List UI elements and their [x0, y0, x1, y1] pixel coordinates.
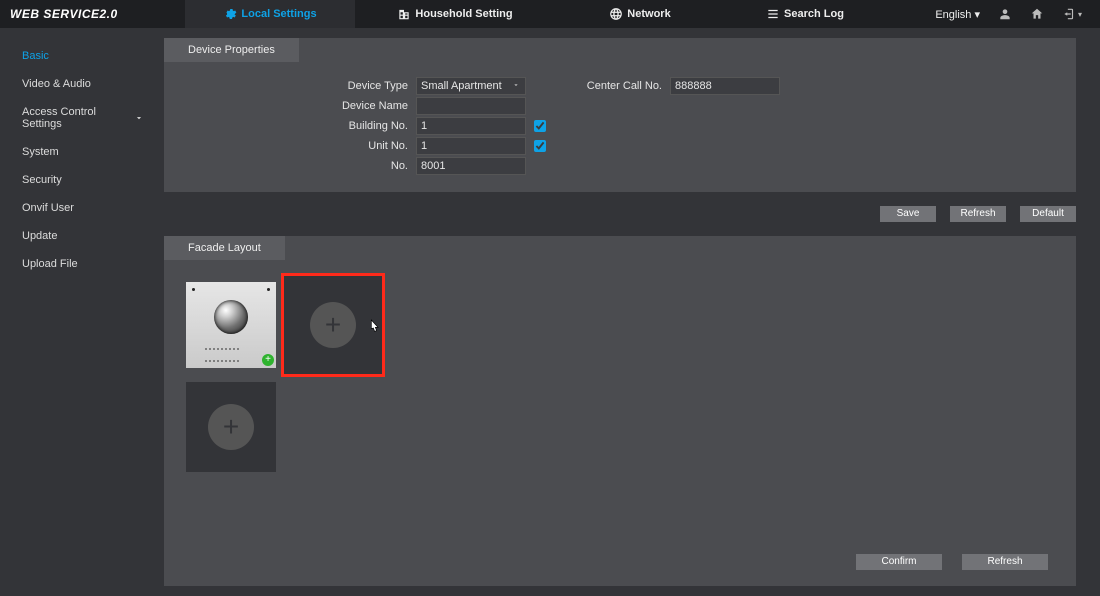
facade-empty-slot: [390, 280, 480, 370]
row-center-call: Center Call No.: [554, 76, 1054, 96]
device-type-select[interactable]: [416, 77, 526, 95]
sidebar-item-update[interactable]: Update: [0, 222, 164, 250]
properties-buttons: Save Refresh Default: [164, 192, 1076, 222]
label-device-type: Device Type: [186, 80, 416, 92]
tab-household-setting[interactable]: Household Setting: [355, 0, 555, 28]
device-properties-body: Device Type Device Name Building No.: [164, 62, 1076, 192]
facade-tab: Facade Layout: [164, 236, 285, 260]
properties-right-col: Center Call No.: [546, 76, 1054, 176]
label-no: No.: [186, 160, 416, 172]
camera-lens-icon: [214, 300, 248, 334]
speaker-grill-icon: [204, 342, 258, 360]
camera-module-image: +: [186, 282, 276, 368]
tab-search-log[interactable]: Search Log: [725, 0, 885, 28]
sidebar-item-label: System: [22, 146, 59, 158]
sidebar-item-label: Basic: [22, 50, 49, 62]
content: Device Properties Device Type Device Nam…: [164, 28, 1100, 596]
row-unit-no: Unit No.: [186, 136, 546, 156]
default-button[interactable]: Default: [1020, 206, 1076, 222]
top-bar: WEB SERVICE2.0 Local Settings Household …: [0, 0, 1100, 28]
tab-local-settings[interactable]: Local Settings: [185, 0, 355, 28]
device-name-input[interactable]: [416, 97, 526, 115]
chevron-down-icon: [134, 113, 144, 123]
unit-no-checkbox[interactable]: [534, 140, 546, 152]
label-building-no: Building No.: [186, 120, 416, 132]
refresh-button[interactable]: Refresh: [950, 206, 1006, 222]
building-no-input[interactable]: [416, 117, 526, 135]
facade-add-tile[interactable]: +: [186, 382, 276, 472]
tab-label: Network: [627, 8, 670, 20]
sidebar-item-label: Onvif User: [22, 202, 74, 214]
facade-grid: + + +: [186, 280, 486, 472]
sidebar-item-label: Upload File: [22, 258, 78, 270]
row-device-type: Device Type: [186, 76, 546, 96]
cursor-icon: [366, 318, 382, 338]
tab-label: Local Settings: [241, 8, 316, 20]
facade-camera-tile[interactable]: +: [186, 280, 276, 370]
language-select[interactable]: English ▾: [935, 8, 980, 21]
user-icon[interactable]: [998, 7, 1012, 21]
sidebar-item-label: Security: [22, 174, 62, 186]
properties-left-col: Device Type Device Name Building No.: [186, 76, 546, 176]
sidebar-item-label: Access Control Settings: [22, 106, 134, 130]
main: Basic Video & Audio Access Control Setti…: [0, 28, 1100, 596]
screw-icon: [192, 288, 195, 291]
center-call-input[interactable]: [670, 77, 780, 95]
sidebar-item-onvif-user[interactable]: Onvif User: [0, 194, 164, 222]
add-circle-icon: +: [310, 302, 356, 348]
logout-icon[interactable]: ▾: [1062, 7, 1082, 21]
building-icon: [397, 7, 411, 21]
save-button[interactable]: Save: [880, 206, 936, 222]
topbar-right: English ▾ ▾: [935, 7, 1100, 21]
screw-icon: [267, 288, 270, 291]
row-no: No.: [186, 156, 546, 176]
home-icon[interactable]: [1030, 7, 1044, 21]
refresh-button[interactable]: Refresh: [962, 554, 1048, 570]
sidebar-item-label: Video & Audio: [22, 78, 91, 90]
language-label: English: [935, 9, 971, 21]
device-properties-tab: Device Properties: [164, 38, 299, 62]
sidebar-item-label: Update: [22, 230, 57, 242]
list-icon: [766, 7, 780, 21]
sidebar-item-system[interactable]: System: [0, 138, 164, 166]
device-type-value[interactable]: [416, 77, 526, 95]
sidebar-item-basic[interactable]: Basic: [0, 42, 164, 70]
add-circle-icon: +: [208, 404, 254, 450]
row-device-name: Device Name: [186, 96, 546, 116]
tab-label: Search Log: [784, 8, 844, 20]
nav-tabs: Local Settings Household Setting Network…: [185, 0, 885, 28]
device-properties-panel: Device Properties Device Type Device Nam…: [164, 38, 1076, 192]
sidebar-item-security[interactable]: Security: [0, 166, 164, 194]
label-device-name: Device Name: [186, 100, 416, 112]
sidebar-item-video-audio[interactable]: Video & Audio: [0, 70, 164, 98]
facade-add-tile-highlighted[interactable]: +: [284, 276, 382, 374]
tab-label: Household Setting: [415, 8, 512, 20]
facade-panel: Facade Layout +: [164, 236, 1076, 586]
tab-network[interactable]: Network: [555, 0, 725, 28]
label-unit-no: Unit No.: [186, 140, 416, 152]
sidebar-item-upload-file[interactable]: Upload File: [0, 250, 164, 278]
chevron-down-icon: ▾: [1078, 10, 1082, 19]
building-no-checkbox[interactable]: [534, 120, 546, 132]
unit-no-input[interactable]: [416, 137, 526, 155]
add-badge-icon: +: [262, 354, 274, 366]
facade-body: + + + Confirm: [164, 260, 1076, 586]
sidebar: Basic Video & Audio Access Control Setti…: [0, 28, 164, 596]
gear-icon: [223, 7, 237, 21]
confirm-button[interactable]: Confirm: [856, 554, 942, 570]
facade-buttons: Confirm Refresh: [856, 554, 1048, 570]
no-input[interactable]: [416, 157, 526, 175]
row-building-no: Building No.: [186, 116, 546, 136]
label-center-call: Center Call No.: [554, 80, 670, 92]
chevron-down-icon: ▾: [974, 9, 980, 21]
globe-icon: [609, 7, 623, 21]
brand-logo: WEB SERVICE2.0: [0, 7, 185, 21]
sidebar-item-access-control[interactable]: Access Control Settings: [0, 98, 164, 138]
